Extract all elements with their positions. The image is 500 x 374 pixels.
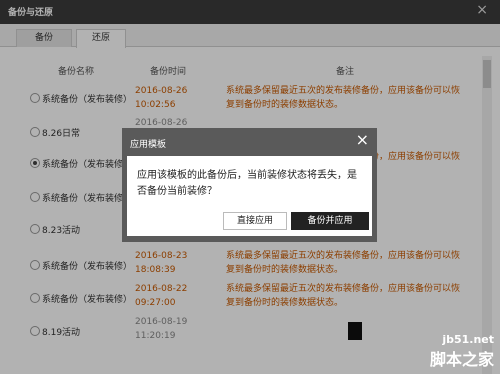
watermark-domain: jb51.net <box>442 333 494 346</box>
backup-and-apply-button[interactable]: 备份并应用 <box>291 212 369 230</box>
apply-directly-button[interactable]: 直接应用 <box>223 212 287 230</box>
modal-titlebar: 应用模板 × <box>122 128 377 156</box>
modal-body: 应用该模板的此备份后，当前装修状态将丢失，是否备份当前装修？ 直接应用 备份并应… <box>127 156 372 236</box>
close-icon[interactable]: × <box>356 132 369 148</box>
modal-message: 应用该模板的此备份后，当前装修状态将丢失，是否备份当前装修？ <box>137 170 357 197</box>
apply-template-modal: 应用模板 × 应用该模板的此备份后，当前装修状态将丢失，是否备份当前装修？ 直接… <box>122 128 377 242</box>
watermark-site-name: 脚本之家 <box>429 350 494 369</box>
modal-title: 应用模板 <box>130 140 167 150</box>
watermark: jb51.net 脚本之家 <box>430 333 494 370</box>
